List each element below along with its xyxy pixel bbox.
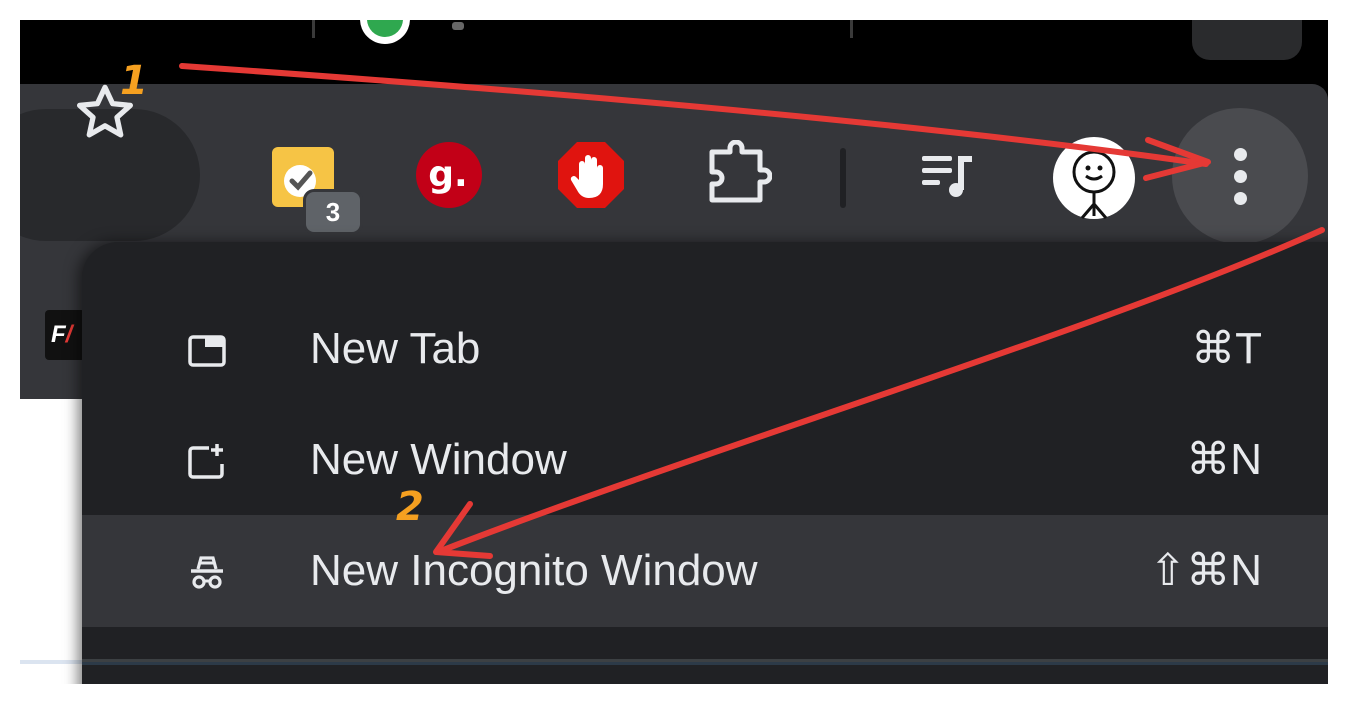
annotation-arrows (179, 63, 1325, 559)
annotation-step-1: 1 (120, 58, 148, 104)
arrow-1 (179, 63, 1209, 167)
arrow-2 (435, 227, 1325, 555)
annotation-step-2: 2 (396, 484, 424, 530)
